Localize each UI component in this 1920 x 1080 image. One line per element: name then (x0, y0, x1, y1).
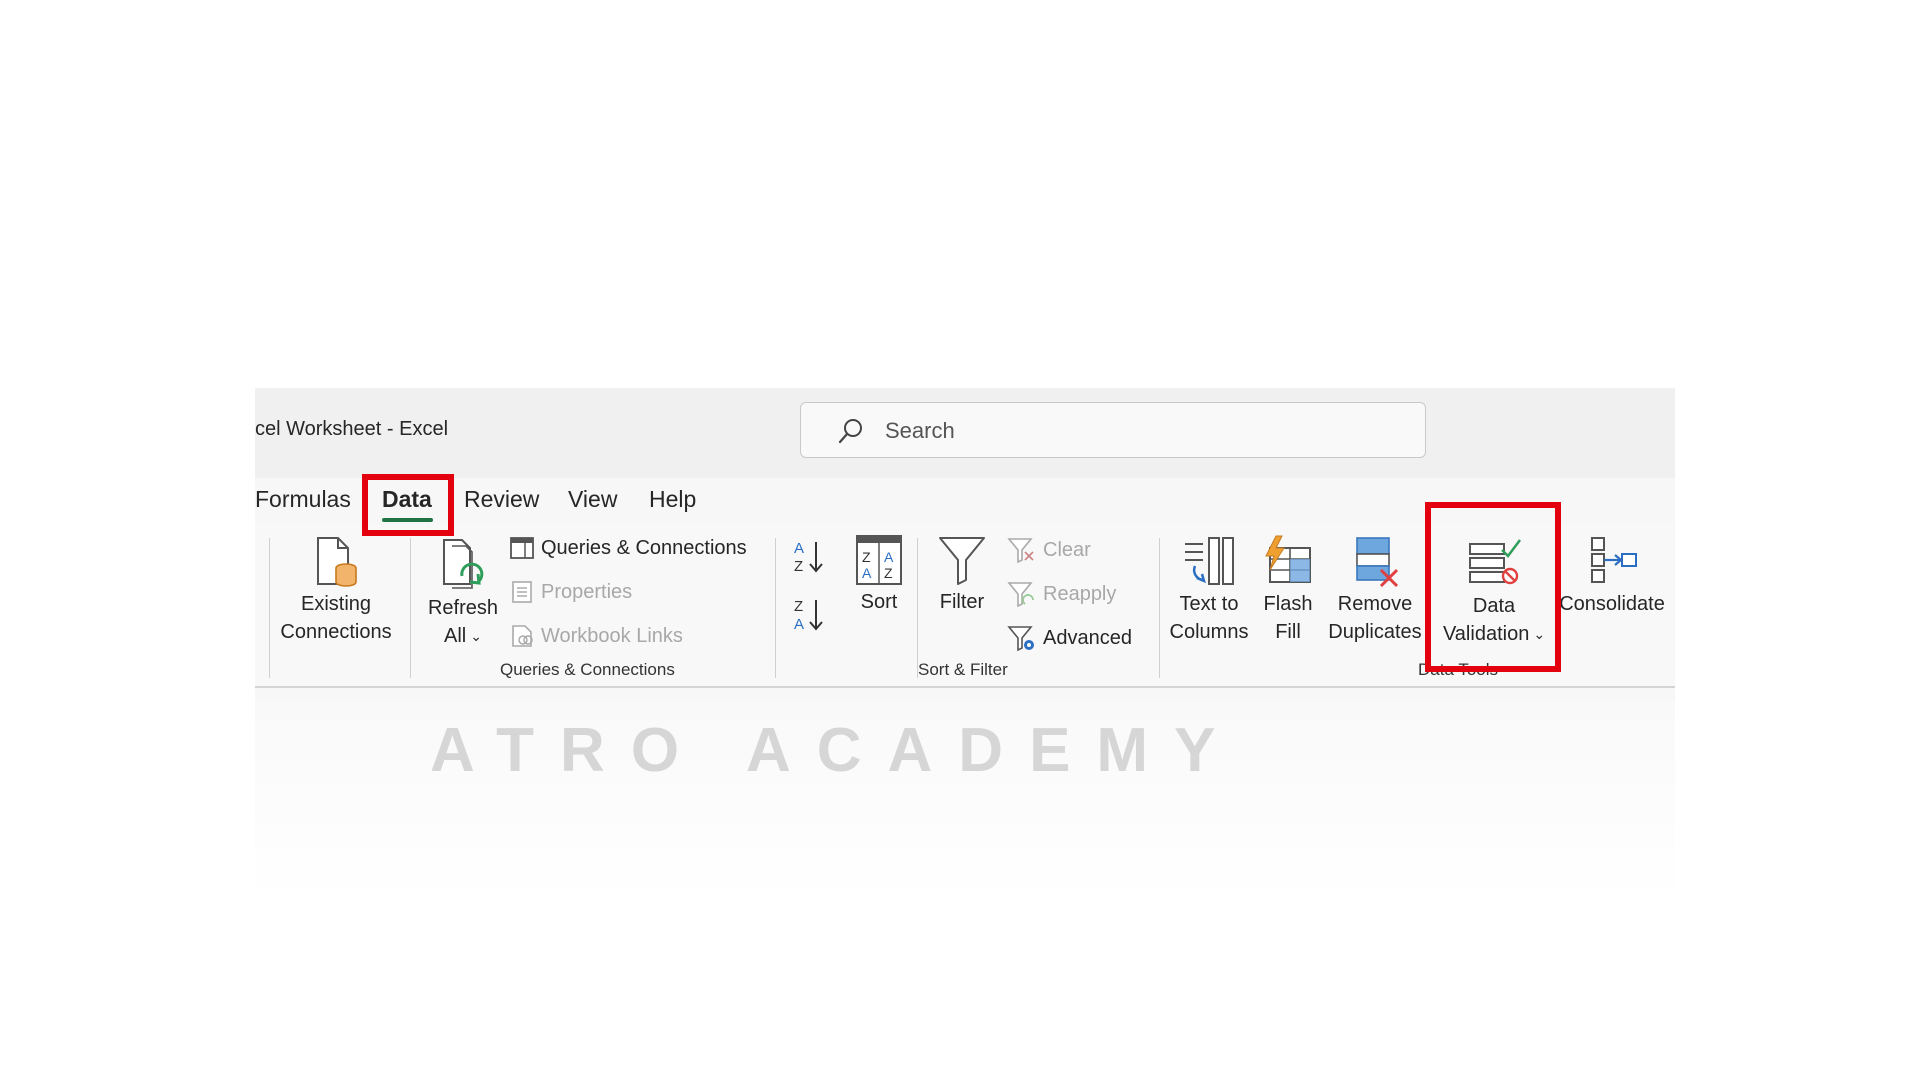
group-label-data-tools: Data Tools (1418, 660, 1499, 679)
sort-label: Sort (860, 591, 898, 613)
svg-text:A: A (794, 616, 804, 633)
tab-review[interactable]: Review (464, 486, 539, 513)
title-bar: cel Worksheet - Excel (255, 388, 1675, 478)
sort-a-to-z-button[interactable]: A Z (792, 538, 832, 576)
data-validation-label-2: Validation (1442, 623, 1530, 645)
queries-connections-button[interactable]: Queries & Connections (509, 536, 747, 560)
reapply-filter-icon (1007, 582, 1034, 608)
sort-button[interactable]: Z A A Z Sort (847, 532, 911, 616)
existing-connections-label-1: Existing (300, 593, 372, 615)
consolidate-icon (1591, 537, 1637, 583)
group-separator (1159, 538, 1160, 678)
clear-filter-label: Clear (1043, 538, 1091, 561)
tab-view[interactable]: View (568, 486, 617, 513)
queries-connections-icon (510, 537, 534, 559)
advanced-filter-button[interactable]: Advanced (1007, 624, 1132, 652)
group-label-sort-filter: Sort & Filter (918, 660, 1008, 679)
filter-button[interactable]: Filter (927, 532, 997, 616)
window-title: cel Worksheet - Excel (255, 418, 449, 440)
filter-icon (939, 537, 985, 585)
refresh-icon (443, 539, 484, 589)
data-validation-label-2-row: Validation ⌄ (1431, 620, 1557, 648)
flash-fill-label-2: Fill (1275, 621, 1301, 643)
advanced-filter-icon (1007, 626, 1034, 652)
properties-label: Properties (541, 580, 633, 603)
svg-text:Z: Z (794, 558, 803, 575)
chevron-down-icon: ⌄ (470, 628, 482, 644)
flash-fill-button[interactable]: Flash Fill (1255, 534, 1321, 646)
data-validation-icon (1469, 539, 1521, 585)
reapply-filter-label: Reapply (1043, 582, 1117, 605)
refresh-all-label-1: Refresh (427, 597, 499, 619)
sort-ascending-icon: A Z (794, 540, 823, 575)
sort-z-to-a-button[interactable]: Z A (792, 596, 832, 634)
data-validation-label-1: Data (1472, 595, 1516, 617)
existing-connections-icon (317, 537, 357, 587)
remove-duplicates-label-1: Remove (1337, 593, 1413, 615)
excel-window: cel Worksheet - Excel Formulas Data Revi… (255, 388, 1675, 700)
svg-text:Z: Z (862, 549, 871, 565)
tab-help[interactable]: Help (649, 486, 696, 513)
sort-dialog-icon: Z A A Z (856, 535, 902, 585)
refresh-all-label-2: All (444, 625, 467, 647)
svg-text:Z: Z (794, 598, 803, 615)
tab-formulas[interactable]: Formulas (255, 486, 351, 513)
properties-button[interactable]: Properties (509, 580, 632, 604)
svg-text:Z: Z (884, 565, 893, 581)
filter-label: Filter (939, 591, 985, 613)
existing-connections-button[interactable]: Existing Connections (277, 534, 395, 646)
clear-filter-button[interactable]: Clear (1007, 536, 1091, 564)
search-input[interactable] (883, 413, 1387, 449)
group-separator (917, 538, 918, 678)
advanced-filter-label: Advanced (1043, 626, 1132, 649)
reapply-filter-button[interactable]: Reapply (1007, 580, 1116, 608)
workbook-links-label: Workbook Links (541, 624, 683, 647)
remove-duplicates-icon (1356, 537, 1399, 588)
text-to-columns-icon (1185, 537, 1234, 585)
ribbon-tabs: Formulas Data Review View Help (255, 478, 1675, 524)
clear-filter-icon (1007, 538, 1034, 564)
text-to-columns-button[interactable]: Text to Columns (1165, 534, 1253, 646)
svg-text:A: A (794, 540, 804, 557)
ribbon: Existing Connections Refresh All ⌄ Queri… (255, 524, 1675, 688)
text-to-columns-label-1: Text to (1179, 593, 1239, 615)
active-tab-indicator (382, 518, 433, 522)
text-to-columns-label-2: Columns (1169, 621, 1249, 643)
queries-connections-label: Queries & Connections (541, 536, 747, 559)
group-separator (269, 538, 270, 678)
group-label-queries-connections: Queries & Connections (500, 660, 675, 679)
group-separator (410, 538, 411, 678)
consolidate-button[interactable]: Consolidate (1557, 534, 1667, 618)
remove-duplicates-button[interactable]: Remove Duplicates (1323, 534, 1427, 646)
watermark-text: ATRO ACADEMY (430, 716, 1242, 785)
workbook-links-icon (512, 625, 533, 647)
group-separator (775, 538, 776, 678)
chevron-down-icon: ⌄ (1533, 626, 1546, 642)
refresh-all-label-2-row: All ⌄ (415, 622, 511, 650)
svg-text:A: A (862, 565, 872, 581)
sort-descending-icon: Z A (794, 598, 823, 633)
existing-connections-label-2: Connections (280, 621, 392, 643)
svg-text:A: A (884, 549, 894, 565)
flash-fill-icon (1265, 535, 1311, 583)
tab-data[interactable]: Data (382, 486, 432, 513)
remove-duplicates-label-2: Duplicates (1328, 621, 1422, 643)
consolidate-label: Consolidate (1559, 593, 1665, 615)
properties-icon (512, 581, 532, 603)
workbook-links-button[interactable]: Workbook Links (509, 624, 683, 648)
search-box[interactable] (800, 402, 1426, 458)
flash-fill-label-1: Flash (1263, 593, 1313, 615)
search-icon (838, 419, 862, 444)
data-validation-button[interactable]: Data Validation ⌄ (1431, 536, 1557, 648)
refresh-all-button[interactable]: Refresh All ⌄ (415, 536, 511, 650)
